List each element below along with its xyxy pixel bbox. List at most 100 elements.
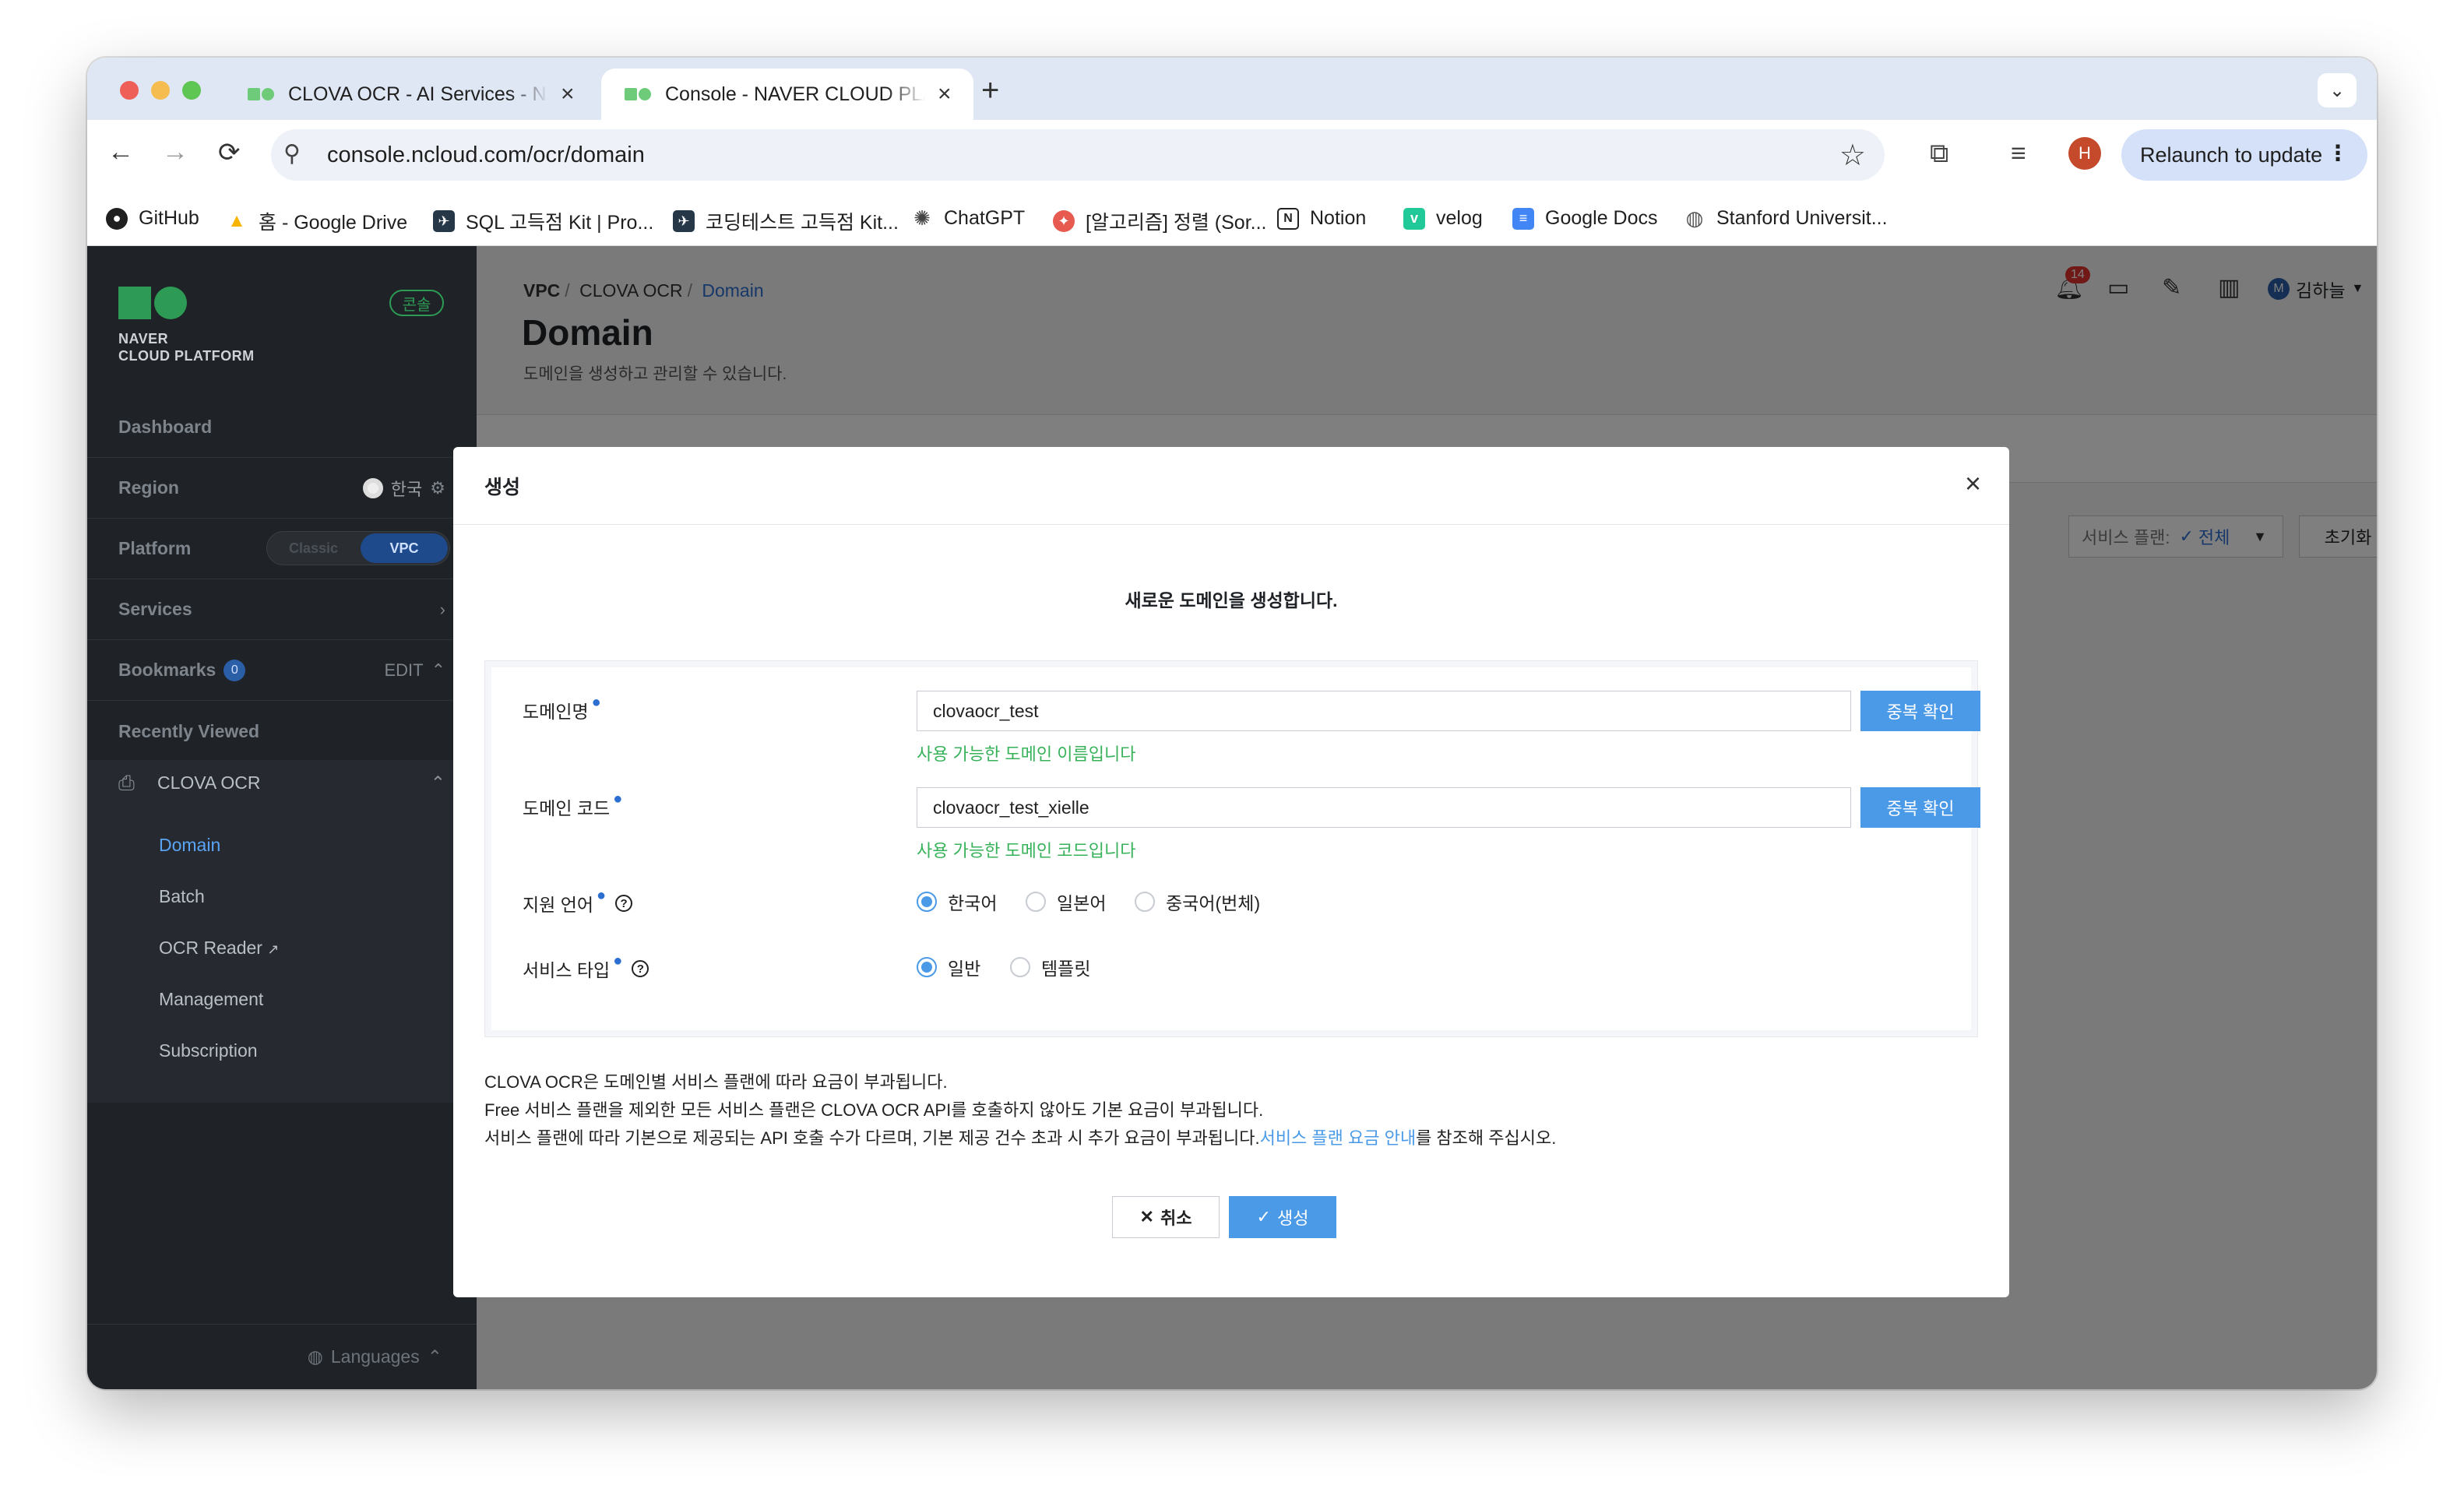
bookmark-label: 홈 - Google Drive (259, 212, 408, 234)
close-window-button[interactable] (120, 81, 139, 100)
google-drive-icon: ▲ (227, 210, 246, 231)
relaunch-button[interactable]: Relaunch to update ⋮ (2121, 129, 2367, 181)
sidebar-item-region[interactable]: Region 한국 ⚙ (87, 458, 477, 519)
bookmark-star-icon[interactable]: ☆ (1839, 138, 1866, 173)
close-tab-icon[interactable]: × (561, 81, 575, 107)
zoom-window-button[interactable] (182, 81, 201, 100)
radio-language-japanese[interactable]: 일본어 (1026, 888, 1106, 915)
cancel-button[interactable]: ✕ 취소 (1112, 1196, 1220, 1238)
close-tab-icon[interactable]: × (938, 81, 952, 107)
radio-dot[interactable] (917, 892, 937, 912)
radio-dot[interactable] (1010, 957, 1030, 977)
label-text: 서비스 타입 (523, 960, 611, 980)
radio-label: 일본어 (1057, 893, 1107, 913)
radio-language-korean[interactable]: 한국어 (917, 888, 997, 915)
sidebar-item-label: CLOVA OCR (157, 772, 261, 793)
pricing-guide-link[interactable]: 서비스 플랜 요금 안내 (1260, 1128, 1417, 1148)
console-badge: 콘솔 (389, 290, 444, 316)
browser-window: CLOVA OCR - AI Services - N × Console - … (87, 58, 2377, 1389)
sidebar-sub-ocr-reader[interactable]: OCR Reader ↗ (159, 938, 279, 959)
back-icon[interactable]: ← (107, 137, 134, 167)
domain-code-input[interactable] (917, 787, 1851, 828)
naver-cloud-logo-square (118, 287, 151, 319)
sidebar-item-label: Dashboard (118, 417, 213, 437)
bookmark-stanford[interactable]: ◍ Stanford Universit... (1684, 206, 1888, 230)
gear-icon[interactable]: ⚙ (430, 478, 445, 498)
languages-selector[interactable]: ◍ Languages ⌃ (87, 1324, 477, 1389)
sidebar-sub-label: OCR Reader (159, 938, 262, 958)
site-info-icon[interactable]: ⚲ (283, 140, 301, 167)
console-sidebar: NAVER CLOUD PLATFORM 콘솔 Dashboard Region… (87, 246, 477, 1389)
bookmark-algorithm-sort[interactable]: ✦ [알고리즘] 정렬 (Sor... (1053, 207, 1266, 235)
bookmarks-bar: ● GitHub ▲ 홈 - Google Drive ✈ SQL 고득점 Kit |… (87, 192, 2377, 246)
radio-dot[interactable] (1026, 892, 1046, 912)
bookmark-github[interactable]: ● GitHub (106, 207, 199, 230)
bookmark-google-docs[interactable]: ≡ Google Docs (1512, 207, 1658, 230)
sidebar-item-services[interactable]: Services › (87, 579, 477, 640)
naver-cloud-logo-text[interactable]: NAVER CLOUD PLATFORM (118, 330, 255, 364)
sidebar-item-label: Region (118, 477, 179, 498)
tab-search-button[interactable]: ⌄ (2318, 73, 2357, 107)
tab-clova-ocr[interactable]: CLOVA OCR - AI Services - N × (224, 69, 598, 120)
naver-cloud-favicon-icon (625, 86, 651, 102)
extensions-icon[interactable]: ⧉ (1930, 139, 1948, 169)
domain-code-dup-check-button[interactable]: 중복 확인 (1860, 787, 1980, 828)
cancel-label: 취소 (1160, 1209, 1192, 1228)
media-control-icon[interactable]: ≡ (2011, 139, 2026, 169)
bookmark-label: Google Docs (1545, 207, 1658, 229)
platform-vpc-option[interactable]: VPC (361, 533, 448, 563)
sidebar-item-dashboard[interactable]: Dashboard (87, 397, 477, 458)
sidebar-sub-management[interactable]: Management (159, 989, 263, 1010)
help-icon[interactable]: ? (615, 895, 633, 912)
forward-icon[interactable]: → (162, 137, 188, 167)
sidebar-item-platform: Platform Classic VPC (87, 519, 477, 579)
label-text: 도메인명 (523, 702, 589, 722)
bookmark-chatgpt[interactable]: ✺ ChatGPT (911, 206, 1025, 230)
bookmark-label: GitHub (139, 207, 199, 229)
bookmark-google-drive[interactable]: ▲ 홈 - Google Drive (226, 207, 407, 235)
sidebar-item-clova-ocr[interactable]: ⎙ CLOVA OCR ⌃ (87, 760, 477, 805)
modal-header: 생성 × (453, 447, 2009, 525)
clova-ocr-submenu: Domain Batch OCR Reader ↗ Management Sub… (87, 805, 477, 1103)
radio-language-chinese-traditional[interactable]: 중국어(번체) (1135, 888, 1260, 915)
bookmark-coding-test-kit[interactable]: ✈ 코딩테스트 고득점 Kit... (673, 207, 899, 235)
close-icon[interactable]: × (1965, 467, 1981, 500)
bookmark-label: Notion (1310, 207, 1367, 229)
help-icon[interactable]: ? (632, 960, 649, 977)
required-marker: ● (613, 790, 623, 808)
url-text[interactable]: console.ncloud.com/ocr/domain (327, 143, 645, 168)
sidebar-item-label: Platform (118, 538, 192, 558)
radio-dot[interactable] (1135, 892, 1155, 912)
radio-service-type-template[interactable]: 템플릿 (1010, 954, 1090, 980)
radio-service-type-general[interactable]: 일반 (917, 954, 980, 980)
bookmark-sql-kit[interactable]: ✈ SQL 고득점 Kit | Pro... (433, 207, 653, 235)
chevron-up-icon[interactable]: ⌃ (431, 660, 445, 681)
sidebar-sub-domain[interactable]: Domain (159, 835, 220, 856)
more-menu-icon[interactable]: ⋮ (2327, 140, 2349, 166)
chevron-up-icon[interactable]: ⌃ (431, 772, 445, 793)
new-tab-button[interactable]: + (981, 73, 999, 108)
bookmark-velog[interactable]: v velog (1403, 207, 1483, 230)
domain-name-dup-check-button[interactable]: 중복 확인 (1860, 691, 1980, 731)
platform-toggle[interactable]: Classic VPC (266, 531, 450, 565)
note-line: Free 서비스 플랜을 제외한 모든 서비스 플랜은 CLOVA OCR AP… (484, 1100, 1264, 1120)
address-bar[interactable]: ⚲ console.ncloud.com/ocr/domain ☆ (271, 129, 1885, 181)
radio-dot[interactable] (917, 957, 937, 977)
required-marker: ● (597, 886, 607, 904)
create-button[interactable]: ✓ 생성 (1229, 1196, 1336, 1238)
domain-name-input[interactable] (917, 691, 1851, 731)
languages-label: Languages (330, 1346, 420, 1367)
bookmark-notion[interactable]: N Notion (1277, 207, 1366, 230)
sidebar-sub-subscription[interactable]: Subscription (159, 1040, 258, 1061)
sidebar-sub-batch[interactable]: Batch (159, 886, 205, 907)
sidebar-item-label: Bookmarks (118, 660, 216, 680)
bookmarks-edit-button[interactable]: EDIT (384, 660, 423, 681)
reload-icon[interactable]: ⟳ (218, 137, 241, 168)
sidebar-item-label: Recently Viewed (118, 720, 260, 741)
tab-strip: CLOVA OCR - AI Services - N × Console - … (87, 58, 2377, 120)
profile-avatar[interactable]: H (2068, 137, 2101, 170)
minimize-window-button[interactable] (151, 81, 170, 100)
platform-classic-option[interactable]: Classic (289, 540, 338, 557)
sidebar-item-bookmarks[interactable]: Bookmarks 0 EDIT ⌃ (87, 640, 477, 701)
tab-console[interactable]: Console - NAVER CLOUD PLA × (601, 69, 973, 120)
